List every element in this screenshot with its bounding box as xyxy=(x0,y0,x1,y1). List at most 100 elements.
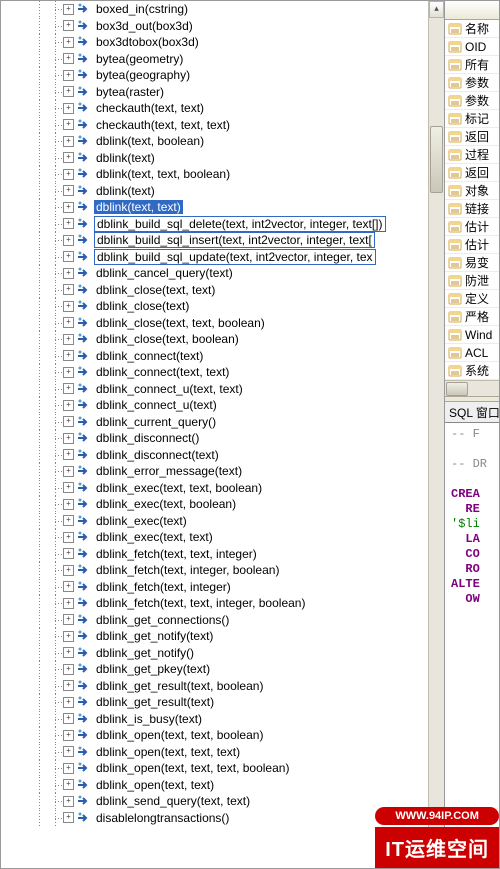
tree-item[interactable]: +dblink_open(text, text, text, boolean) xyxy=(1,760,429,777)
expand-icon[interactable]: + xyxy=(63,86,74,97)
expand-icon[interactable]: + xyxy=(63,20,74,31)
tree-item[interactable]: +dblink_exec(text, boolean) xyxy=(1,496,429,513)
expand-icon[interactable]: + xyxy=(63,218,74,229)
tree-item[interactable]: +dblink(text, text, boolean) xyxy=(1,166,429,183)
tree-item[interactable]: +dblink_exec(text, text, boolean) xyxy=(1,480,429,497)
tree-item[interactable]: +dblink_error_message(text) xyxy=(1,463,429,480)
expand-icon[interactable]: + xyxy=(63,37,74,48)
scroll-thumb[interactable] xyxy=(430,126,443,193)
expand-icon[interactable]: + xyxy=(63,235,74,246)
tree-item[interactable]: +dblink(text, text) xyxy=(1,199,429,216)
expand-icon[interactable]: + xyxy=(63,367,74,378)
property-row[interactable]: 标记 xyxy=(445,110,500,128)
tree-item[interactable]: +dblink_build_sql_delete(text, int2vecto… xyxy=(1,216,429,233)
expand-icon[interactable]: + xyxy=(63,4,74,15)
expand-icon[interactable]: + xyxy=(63,565,74,576)
tree-item[interactable]: +dblink_fetch(text, integer) xyxy=(1,579,429,596)
expand-icon[interactable]: + xyxy=(63,449,74,460)
tree-item[interactable]: +disablelongtransactions() xyxy=(1,810,429,827)
expand-icon[interactable]: + xyxy=(63,697,74,708)
scroll-down-button[interactable]: ▾ xyxy=(429,853,444,869)
tree-item[interactable]: +dblink_get_result(text) xyxy=(1,694,429,711)
property-row[interactable]: 过程 xyxy=(445,146,500,164)
tree-item[interactable]: +dblink_fetch(text, integer, boolean) xyxy=(1,562,429,579)
tree-item[interactable]: +bytea(geometry) xyxy=(1,51,429,68)
function-tree[interactable]: +boxed_in(cstring)+box3d_out(box3d)+box3… xyxy=(1,1,429,869)
expand-icon[interactable]: + xyxy=(63,136,74,147)
expand-icon[interactable]: + xyxy=(63,499,74,510)
tree-item[interactable]: +dblink_connect_u(text) xyxy=(1,397,429,414)
property-row[interactable]: OID xyxy=(445,38,500,56)
tree-item[interactable]: +dblink_fetch(text, text, integer) xyxy=(1,546,429,563)
expand-icon[interactable]: + xyxy=(63,301,74,312)
tree-item[interactable]: +dblink(text) xyxy=(1,150,429,167)
expand-icon[interactable]: + xyxy=(63,152,74,163)
property-row[interactable]: 估计 xyxy=(445,218,500,236)
tree-item[interactable]: +dblink_get_notify(text) xyxy=(1,628,429,645)
expand-icon[interactable]: + xyxy=(63,268,74,279)
expand-icon[interactable]: + xyxy=(63,185,74,196)
tree-item[interactable]: +checkauth(text, text, text) xyxy=(1,117,429,134)
property-row[interactable]: Wind xyxy=(445,326,500,344)
tree-item[interactable]: +dblink_send_query(text, text) xyxy=(1,793,429,810)
expand-icon[interactable]: + xyxy=(63,796,74,807)
expand-icon[interactable]: + xyxy=(63,466,74,477)
tree-item[interactable]: +dblink_open(text, text, boolean) xyxy=(1,727,429,744)
tree-item[interactable]: +bytea(geography) xyxy=(1,67,429,84)
expand-icon[interactable]: + xyxy=(63,631,74,642)
expand-icon[interactable]: + xyxy=(63,433,74,444)
tree-item[interactable]: +dblink_close(text, text, boolean) xyxy=(1,315,429,332)
tree-item[interactable]: +dblink_exec(text, text) xyxy=(1,529,429,546)
tree-item[interactable]: +dblink_connect(text, text) xyxy=(1,364,429,381)
tree-item[interactable]: +dblink_get_pkey(text) xyxy=(1,661,429,678)
tree-item[interactable]: +dblink_build_sql_insert(text, int2vecto… xyxy=(1,232,429,249)
expand-icon[interactable]: + xyxy=(63,317,74,328)
tree-item[interactable]: +dblink_connect(text) xyxy=(1,348,429,365)
property-row[interactable]: ACL xyxy=(445,344,500,362)
property-row[interactable]: 参数 xyxy=(445,92,500,110)
expand-icon[interactable]: + xyxy=(63,581,74,592)
scroll-up-button[interactable]: ▴ xyxy=(429,1,444,18)
property-row[interactable]: 防泄 xyxy=(445,272,500,290)
tree-item[interactable]: +dblink_open(text, text) xyxy=(1,777,429,794)
tree-item[interactable]: +bytea(raster) xyxy=(1,84,429,101)
expand-icon[interactable]: + xyxy=(63,383,74,394)
tree-item[interactable]: +dblink_disconnect() xyxy=(1,430,429,447)
expand-icon[interactable]: + xyxy=(63,400,74,411)
tree-item[interactable]: +dblink_disconnect(text) xyxy=(1,447,429,464)
expand-icon[interactable]: + xyxy=(63,169,74,180)
expand-icon[interactable]: + xyxy=(63,812,74,823)
expand-icon[interactable]: + xyxy=(63,713,74,724)
tree-item[interactable]: +box3d_out(box3d) xyxy=(1,18,429,35)
expand-icon[interactable]: + xyxy=(63,284,74,295)
tree-item[interactable]: +dblink(text, boolean) xyxy=(1,133,429,150)
tree-item[interactable]: +boxed_in(cstring) xyxy=(1,1,429,18)
sql-pane-body[interactable]: -- F -- DR CREA RE'$li LA CO ROALTE OW xyxy=(445,423,500,611)
expand-icon[interactable]: + xyxy=(63,416,74,427)
expand-icon[interactable]: + xyxy=(63,532,74,543)
tree-item[interactable]: +dblink(text) xyxy=(1,183,429,200)
tree-scrollbar[interactable]: ▴ ▾ xyxy=(428,1,444,869)
expand-icon[interactable]: + xyxy=(63,548,74,559)
property-row[interactable]: 易变 xyxy=(445,254,500,272)
property-row[interactable]: 返回 xyxy=(445,164,500,182)
horizontal-scroll-thumb[interactable] xyxy=(446,382,468,396)
property-row[interactable]: 系统 xyxy=(445,362,500,380)
tree-item[interactable]: +dblink_get_result(text, boolean) xyxy=(1,678,429,695)
expand-icon[interactable]: + xyxy=(63,251,74,262)
expand-icon[interactable]: + xyxy=(63,763,74,774)
tree-item[interactable]: +dblink_fetch(text, text, integer, boole… xyxy=(1,595,429,612)
expand-icon[interactable]: + xyxy=(63,746,74,757)
tree-item[interactable]: +dblink_close(text, boolean) xyxy=(1,331,429,348)
tree-item[interactable]: +dblink_current_query() xyxy=(1,414,429,431)
tree-item[interactable]: +checkauth(text, text) xyxy=(1,100,429,117)
property-row[interactable]: 名称 xyxy=(445,20,500,38)
property-row[interactable]: 严格 xyxy=(445,308,500,326)
expand-icon[interactable]: + xyxy=(63,350,74,361)
property-row[interactable]: 返回 xyxy=(445,128,500,146)
property-row[interactable]: 所有 xyxy=(445,56,500,74)
expand-icon[interactable]: + xyxy=(63,202,74,213)
tree-item[interactable]: +box3dtobox(box3d) xyxy=(1,34,429,51)
expand-icon[interactable]: + xyxy=(63,119,74,130)
tree-item[interactable]: +dblink_build_sql_update(text, int2vecto… xyxy=(1,249,429,266)
